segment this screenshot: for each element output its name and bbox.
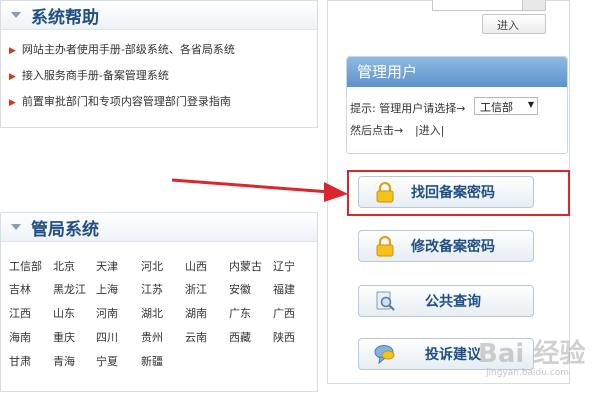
help-panel: 系统帮助 ▶ 网站主办者使用手册-部级系统、各省局系统 ▶ 接入服务商手册-备案管理… — [0, 0, 318, 128]
region-link[interactable]: 广西 — [273, 305, 295, 321]
modify-password-label: 修改备案密码 — [411, 239, 495, 255]
help-link-label: 接入服务商手册-备案管理系统 — [21, 69, 169, 82]
modify-password-button[interactable]: 修改备案密码 — [358, 230, 534, 262]
manager-then-label: 然后点击→ — [350, 124, 404, 137]
manager-select[interactable]: 工信部 ▼ — [474, 97, 538, 115]
help-link-site-owner-manual[interactable]: ▶ 网站主办者使用手册-部级系统、各省局系统 — [9, 41, 235, 57]
region-link[interactable]: 天津 — [96, 258, 118, 274]
complaint-label: 投诉建议 — [425, 347, 481, 363]
region-link[interactable]: 河南 — [96, 305, 118, 321]
region-link[interactable]: 陕西 — [273, 329, 295, 345]
region-link[interactable]: 黑龙江 — [53, 281, 86, 297]
region-link[interactable]: 安徽 — [229, 281, 251, 297]
public-query-label: 公共查询 — [425, 294, 481, 310]
help-link-dept-login-guide[interactable]: ▶ 前置审批部门和专项内容管理部门登录指南 — [9, 93, 231, 109]
region-link[interactable]: 上海 — [96, 281, 118, 297]
help-link-label: 网站主办者使用手册-部级系统、各省局系统 — [21, 43, 235, 56]
region-link[interactable]: 广东 — [229, 305, 251, 321]
arrow-shaft — [171, 178, 331, 194]
search-document-icon — [376, 291, 395, 311]
region-link[interactable]: 重庆 — [53, 329, 75, 345]
region-link[interactable]: 江苏 — [141, 281, 163, 297]
region-link[interactable]: 福建 — [273, 281, 295, 297]
region-link[interactable]: 山东 — [53, 305, 75, 321]
manager-select-value: 工信部 — [480, 101, 513, 114]
region-link[interactable]: 湖南 — [185, 305, 207, 321]
bureau-panel-header: 管局系统 — [1, 213, 317, 242]
region-link[interactable]: 新疆 — [141, 353, 163, 369]
region-link[interactable]: 宁夏 — [96, 353, 118, 369]
region-link[interactable]: 河北 — [141, 258, 163, 274]
baidu-jingyan-watermark: Bai 经验 — [478, 339, 586, 369]
region-link[interactable]: 贵州 — [141, 329, 163, 345]
bureau-panel-title: 管局系统 — [31, 220, 99, 240]
region-link[interactable]: 青海 — [53, 353, 75, 369]
manager-panel-title: 管理用户 — [357, 63, 418, 81]
chevron-down-icon: ▼ — [527, 100, 534, 109]
help-link-label: 前置审批部门和专项内容管理部门登录指南 — [21, 95, 231, 108]
region-link[interactable]: 内蒙古 — [229, 258, 262, 274]
arrow-head — [324, 182, 348, 202]
region-link[interactable]: 甘肃 — [9, 353, 31, 369]
region-link[interactable]: 云南 — [185, 329, 207, 345]
region-link[interactable]: 吉林 — [9, 281, 31, 297]
red-arrow-annotation — [171, 178, 348, 202]
region-link[interactable]: 湖北 — [141, 305, 163, 321]
region-link[interactable]: 山西 — [185, 258, 207, 274]
arrow-right-icon: ▶ — [9, 72, 16, 82]
help-panel-header: 系统帮助 — [1, 1, 317, 30]
arrow-right-icon: ▶ — [9, 98, 16, 108]
help-link-isp-manual[interactable]: ▶ 接入服务商手册-备案管理系统 — [9, 67, 169, 83]
region-link[interactable]: 北京 — [53, 258, 75, 274]
arrow-right-icon: ▶ — [9, 46, 16, 56]
region-link[interactable]: 四川 — [96, 329, 118, 345]
help-panel-title: 系统帮助 — [31, 8, 99, 28]
collapse-triangle-icon[interactable] — [11, 224, 21, 230]
login-enter-button[interactable]: 进入 — [482, 14, 546, 34]
lock-icon — [376, 235, 394, 257]
bureau-panel: 管局系统 工信部 北京 天津 河北 山西 内蒙古 辽宁吉林 黑龙江 上海 江苏 浙江 安徽 福建江西 山东… — [0, 212, 318, 392]
chat-bubble-icon — [374, 345, 395, 365]
highlight-box — [347, 170, 570, 216]
region-link[interactable]: 辽宁 — [273, 258, 295, 274]
login-enter-label: 进入 — [497, 19, 519, 32]
region-link[interactable]: 海南 — [9, 329, 31, 345]
collapse-triangle-icon[interactable] — [11, 12, 21, 18]
login-input[interactable] — [432, 0, 524, 11]
watermark-url: jingyan.baidu.com — [486, 368, 570, 378]
public-query-button[interactable]: 公共查询 — [358, 285, 534, 317]
login-captcha-box[interactable] — [522, 0, 546, 11]
manager-hint: 提示: 管理用户请选择→ — [350, 102, 466, 115]
region-link[interactable]: 工信部 — [9, 258, 42, 274]
region-link[interactable]: 西藏 — [229, 329, 251, 345]
manager-enter-link[interactable]: |进入| — [415, 122, 444, 138]
region-link[interactable]: 江西 — [9, 305, 31, 321]
manager-panel-header: 管理用户 — [347, 57, 567, 87]
region-link[interactable]: 浙江 — [185, 281, 207, 297]
